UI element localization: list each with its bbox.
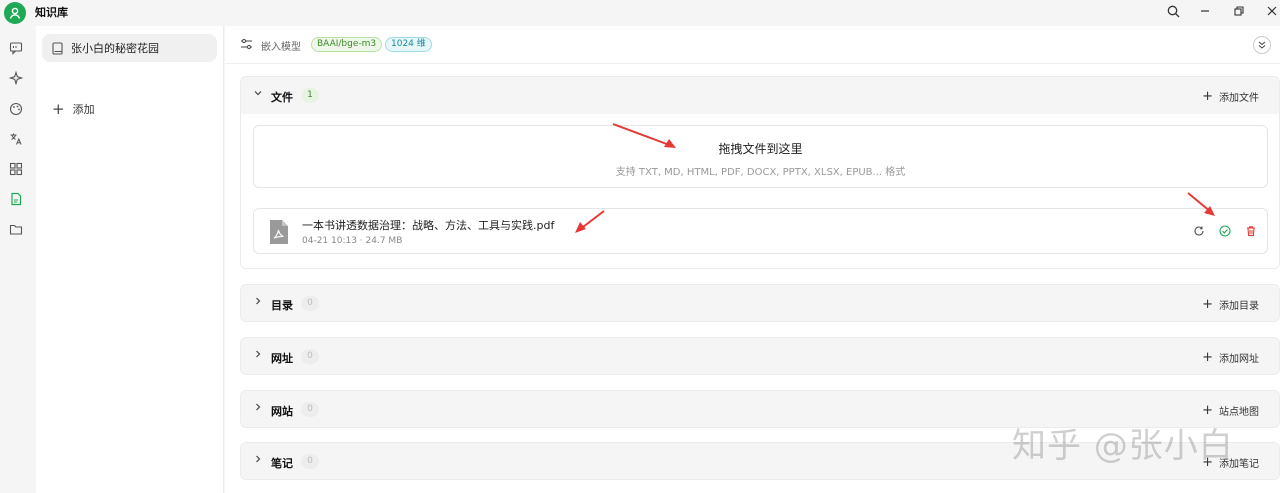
sparkle-icon[interactable] (7, 69, 25, 87)
file-dropzone[interactable]: 拖拽文件到这里 支持 TXT, MD, HTML, PDF, DOCX, PPT… (253, 125, 1268, 188)
file-item[interactable]: 一本书讲透数据治理：战略、方法、工具与实践.pdf 04-21 10:13 · … (253, 208, 1268, 254)
sitemap-button[interactable]: + 站点地图 (1202, 403, 1259, 418)
plus-icon: + (1202, 350, 1213, 365)
check-circle-icon (1218, 224, 1232, 238)
section-title: 笔记 (271, 457, 293, 470)
icon-rail (0, 30, 34, 493)
close-icon[interactable] (1262, 2, 1280, 20)
add-kb-label: 添加 (72, 103, 95, 116)
file-name: 一本书讲透数据治理：战略、方法、工具与实践.pdf (302, 219, 555, 232)
plus-icon: + (52, 100, 65, 118)
model-tag: BAAI/bge-m3 (311, 37, 383, 52)
section-title: 网站 (271, 405, 293, 418)
grid-icon[interactable] (7, 160, 25, 178)
folder-icon[interactable] (7, 220, 25, 238)
add-file-label: 添加文件 (1219, 93, 1259, 104)
add-directory-button[interactable]: + 添加目录 (1202, 297, 1259, 312)
app-title: 知识库 (35, 6, 68, 19)
plus-icon: + (1202, 297, 1213, 312)
section-count-badge: 1 (301, 88, 319, 103)
add-directory-label: 添加目录 (1219, 301, 1259, 312)
files-section-header[interactable]: 文件 1 + 添加文件 (241, 77, 1279, 114)
plus-icon: + (1202, 403, 1213, 418)
restore-icon[interactable] (1229, 2, 1249, 20)
palette-icon[interactable] (7, 100, 25, 118)
section-title: 目录 (271, 299, 293, 312)
directories-section: 目录 0 + 添加目录 (240, 284, 1280, 322)
search-icon[interactable] (1163, 2, 1183, 20)
add-url-label: 添加网址 (1219, 354, 1259, 365)
section-count-badge: 0 (301, 349, 319, 364)
chevron-right-icon[interactable] (253, 296, 263, 309)
chevron-down-icon[interactable] (253, 88, 263, 101)
dropzone-subtitle: 支持 TXT, MD, HTML, PDF, DOCX, PPTX, XLSX,… (615, 167, 906, 178)
dimension-tag: 1024 维 (385, 37, 432, 52)
user-avatar-icon[interactable] (4, 2, 26, 24)
plus-icon: + (1202, 89, 1213, 104)
knowledge-base-list: 张小白的秘密花园 + 添加 (36, 26, 224, 493)
files-section: 文件 1 + 添加文件 拖拽文件到这里 支持 TXT, MD, HTML, PD… (240, 76, 1280, 269)
section-count-badge: 0 (301, 296, 319, 311)
delete-icon[interactable] (1244, 224, 1258, 238)
add-file-button[interactable]: + 添加文件 (1202, 89, 1259, 104)
toolbar: 嵌入模型 BAAI/bge-m3 1024 维 (225, 26, 1280, 64)
knowledge-icon[interactable] (7, 190, 25, 208)
refresh-icon[interactable] (1192, 224, 1206, 238)
section-count-badge: 0 (301, 402, 319, 417)
chevron-right-icon[interactable] (253, 349, 263, 362)
kb-item[interactable]: 张小白的秘密花园 (42, 34, 217, 62)
kb-item-label: 张小白的秘密花园 (71, 42, 159, 55)
section-count-badge: 0 (301, 454, 319, 469)
double-chevron-icon (1258, 41, 1266, 49)
pdf-file-icon (268, 219, 290, 248)
add-url-button[interactable]: + 添加网址 (1202, 350, 1259, 365)
add-kb-button[interactable]: + 添加 (52, 100, 95, 118)
urls-section-header[interactable]: 网址 0 + 添加网址 (241, 338, 1279, 374)
embed-model-label: 嵌入模型 (261, 42, 301, 53)
chevron-right-icon[interactable] (253, 402, 263, 415)
collapse-all-button[interactable] (1253, 36, 1271, 54)
sitemap-label: 站点地图 (1219, 407, 1259, 418)
file-meta: 04-21 10:13 · 24.7 MB (302, 236, 403, 246)
minimize-icon[interactable] (1195, 2, 1215, 20)
watermark: 知乎 @张小白 (1012, 426, 1234, 466)
urls-section: 网址 0 + 添加网址 (240, 337, 1280, 375)
chat-icon[interactable] (7, 39, 25, 57)
section-title: 网址 (271, 352, 293, 365)
sliders-icon[interactable] (240, 38, 253, 53)
chevron-right-icon[interactable] (253, 454, 263, 467)
title-bar: 知识库 (0, 0, 1280, 24)
section-title: 文件 (271, 91, 293, 104)
translate-icon[interactable] (7, 130, 25, 148)
book-icon (52, 41, 63, 55)
dropzone-title: 拖拽文件到这里 (718, 142, 803, 156)
directories-section-header[interactable]: 目录 0 + 添加目录 (241, 285, 1279, 321)
